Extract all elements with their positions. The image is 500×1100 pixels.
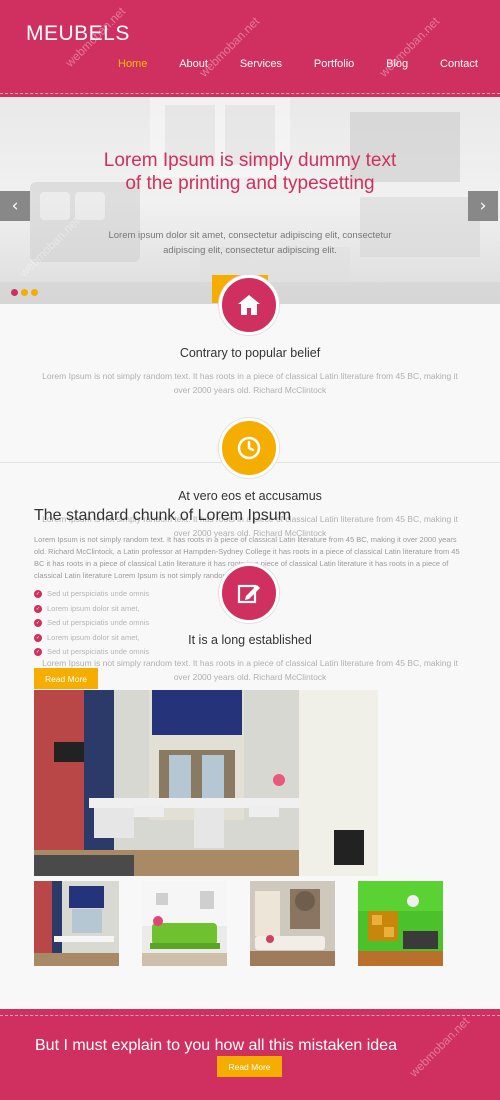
service-icon-circle	[219, 275, 279, 335]
site-logo[interactable]: MEUBELS	[26, 22, 130, 46]
featured-room-image[interactable]	[34, 690, 378, 876]
slider-dot[interactable]	[31, 289, 38, 296]
list-item: ✓ Lorem ipsum dolor sit amet,	[34, 603, 140, 613]
service-title: Contrary to popular belief	[179, 346, 321, 360]
slider-prev-button[interactable]: ‹	[0, 191, 30, 221]
service-title: At vero eos et accusamus	[178, 489, 322, 503]
nav-contact[interactable]: Contact	[440, 58, 478, 70]
thumbnail-image[interactable]	[358, 881, 443, 966]
chevron-right-icon: ›	[479, 196, 487, 216]
check-icon: ✓	[34, 604, 42, 613]
service-title: It is a long established	[188, 633, 312, 647]
nav-home[interactable]: Home	[118, 58, 147, 70]
service-icon-circle	[219, 418, 279, 478]
slider-dots	[11, 289, 38, 296]
service-text: Lorem Ipsum is not simply random text. I…	[42, 658, 458, 682]
service-icon-circle	[219, 563, 279, 623]
hero-text: Lorem ipsum dolor sit amet, consectetur …	[108, 230, 392, 256]
header-divider	[0, 93, 500, 94]
cta-read-more-button[interactable]: Read More	[217, 1056, 282, 1077]
home-icon	[238, 295, 260, 315]
clock-icon	[237, 436, 261, 460]
thumbnail-image[interactable]	[250, 881, 335, 966]
list-item: ✓ Sed ut perspiciatis unde omnis	[34, 589, 150, 599]
hero-background-image	[0, 97, 500, 304]
nav-portfolio[interactable]: Portfolio	[314, 58, 354, 70]
service-text: Lorem Ipsum is not simply random text. I…	[42, 371, 458, 395]
hero-title: Lorem Ipsum is simply dummy text of the …	[103, 150, 397, 194]
slider-dot[interactable]	[21, 289, 28, 296]
cta-text: But I must explain to you how all this m…	[35, 1037, 397, 1054]
site-header: MEUBELS Home About Services Portfolio Bl…	[0, 0, 500, 97]
slider-dot[interactable]	[11, 289, 18, 296]
section-heading: The standard chunk of Lorem Ipsum	[34, 507, 292, 524]
slider-next-button[interactable]: ›	[468, 191, 498, 221]
check-icon: ✓	[34, 619, 42, 628]
edit-icon	[237, 584, 260, 604]
list-item: ✓ Sed ut perspiciatis unde omnis	[34, 618, 150, 628]
nav-about[interactable]: About	[179, 58, 208, 70]
feature-list: ✓ Sed ut perspiciatis unde omnis ✓ Lorem i…	[34, 587, 149, 660]
call-to-action-banner: But I must explain to you how all this m…	[0, 1009, 500, 1100]
main-nav: Home About Services Portfolio Blog Conta…	[118, 58, 478, 70]
check-icon: ✓	[34, 590, 42, 599]
thumbnail-image[interactable]	[142, 881, 227, 966]
read-more-button[interactable]: Read More	[34, 668, 98, 689]
nav-services[interactable]: Services	[240, 58, 282, 70]
chevron-left-icon: ‹	[11, 196, 19, 216]
hero-slider: Lorem Ipsum is simply dummy text of the …	[0, 97, 500, 304]
footer-divider	[0, 1015, 500, 1016]
thumbnail-image[interactable]	[34, 881, 119, 966]
nav-blog[interactable]: Blog	[386, 58, 408, 70]
